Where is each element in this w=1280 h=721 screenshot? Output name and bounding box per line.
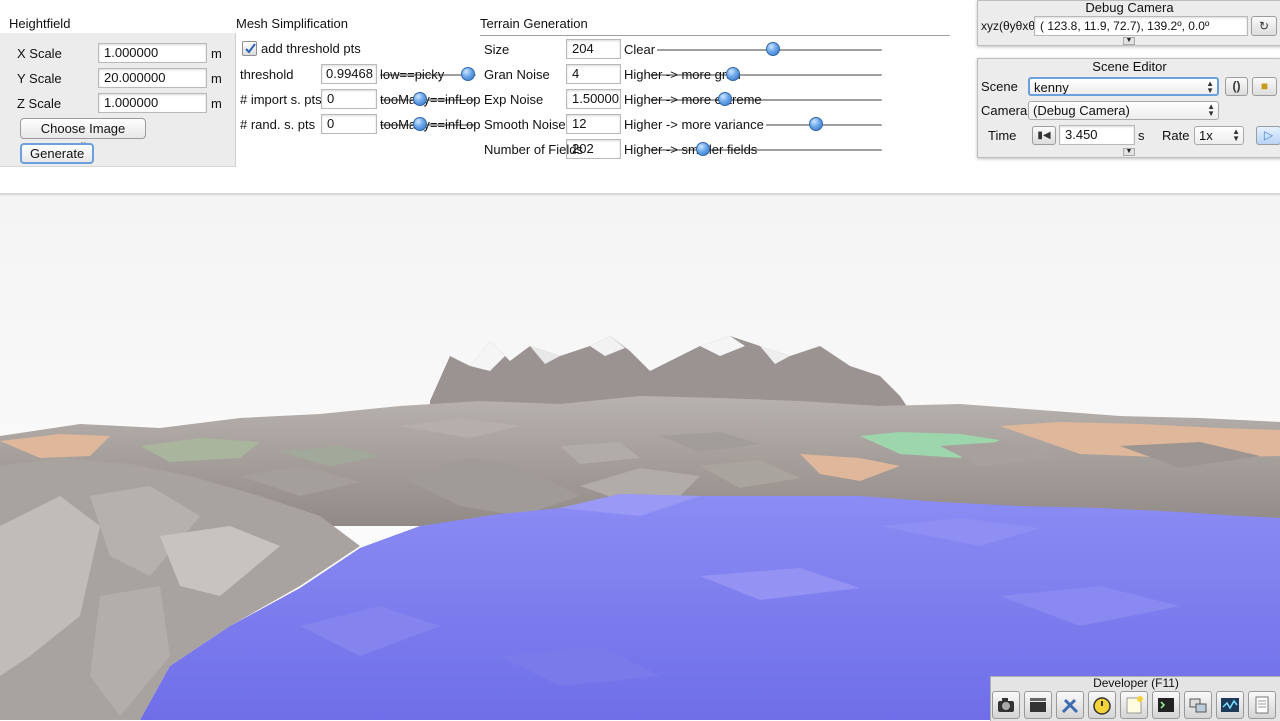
terminal-icon[interactable]	[1152, 691, 1180, 719]
import-pts-input[interactable]: 0	[321, 89, 377, 109]
reload-scene-icon[interactable]: ()	[1225, 77, 1248, 96]
y-scale-unit: m	[211, 71, 222, 86]
time-label: Time	[988, 128, 1017, 143]
clapperboard-icon[interactable]	[1024, 691, 1052, 719]
smooth-noise-slider-thumb[interactable]	[809, 117, 823, 131]
exp-noise-label: Exp Noise	[484, 92, 544, 107]
add-threshold-label: add threshold pts	[261, 41, 361, 56]
exp-noise-slider-thumb[interactable]	[718, 92, 732, 106]
time-input[interactable]: 3.450	[1059, 125, 1135, 145]
heightfield-title: Heightfield	[9, 16, 71, 31]
import-pts-hint: tooMany==infLop	[380, 92, 481, 107]
debug-camera-coords-label: xyz(θyθxθz	[981, 19, 1042, 33]
num-fields-hint: Higher -> smaller fields	[624, 142, 758, 157]
smooth-noise-label: Smooth Noise	[484, 117, 566, 132]
z-scale-unit: m	[211, 96, 222, 111]
debug-camera-panel: Debug Camera xyz(θyθxθz ( 123.8, 11.9, 7…	[977, 0, 1280, 46]
document-icon[interactable]	[1248, 691, 1276, 719]
rand-pts-slider-thumb[interactable]	[413, 117, 427, 131]
windows-icon[interactable]	[1184, 691, 1212, 719]
tools-icon[interactable]	[1056, 691, 1084, 719]
import-pts-slider-thumb[interactable]	[413, 92, 427, 106]
z-scale-input[interactable]: 1.000000	[98, 93, 207, 113]
developer-toolbar: Developer (F11)	[990, 676, 1280, 721]
threshold-hint: low==picky	[380, 67, 445, 82]
lock-icon[interactable]: ■	[1252, 77, 1277, 96]
select-arrows-icon: ▲ ▼	[1206, 79, 1214, 95]
reset-camera-icon[interactable]: ↻	[1251, 16, 1277, 36]
rand-pts-input[interactable]: 0	[321, 114, 377, 134]
mesh-simplification-title: Mesh Simplification	[236, 16, 348, 31]
num-fields-slider-thumb[interactable]	[696, 142, 710, 156]
z-scale-label: Z Scale	[17, 96, 62, 111]
terrain-generation-title: Terrain Generation	[480, 16, 588, 31]
camera-icon[interactable]	[992, 691, 1020, 719]
exp-noise-hint: Higher -> more extreme	[624, 92, 762, 107]
debug-camera-coords-field[interactable]: ( 123.8, 11.9, 72.7), 139.2º, 0.0º	[1034, 16, 1248, 36]
scene-label: Scene	[981, 79, 1018, 94]
camera-select[interactable]: (Debug Camera) ▲ ▼	[1028, 101, 1219, 120]
x-scale-label: X Scale	[17, 46, 62, 61]
camera-select-value: (Debug Camera)	[1033, 103, 1130, 118]
size-input[interactable]: 204	[566, 39, 621, 59]
y-scale-input[interactable]: 20.000000	[98, 68, 207, 88]
debug-camera-title: Debug Camera	[1085, 0, 1174, 15]
gran-noise-hint: Higher -> more gran	[624, 67, 741, 82]
import-pts-label: # import s. pts	[240, 92, 322, 107]
rate-label: Rate	[1162, 128, 1190, 143]
time-unit: s	[1138, 128, 1145, 143]
y-scale-label: Y Scale	[17, 71, 62, 86]
threshold-input[interactable]: 0.99468	[321, 64, 377, 84]
developer-title: Developer (F11)	[1093, 676, 1179, 690]
generate-button[interactable]: Generate	[20, 143, 94, 164]
rewind-icon[interactable]: ▮◀	[1032, 126, 1056, 145]
scene-select[interactable]: kenny ▲ ▼	[1028, 77, 1219, 96]
rate-select[interactable]: 1x ▲ ▼	[1194, 126, 1244, 145]
threshold-label: threshold	[240, 67, 294, 82]
add-threshold-checkbox[interactable]	[242, 41, 257, 56]
exp-noise-input[interactable]: 1.50000	[566, 89, 621, 109]
smooth-noise-input[interactable]: 12	[566, 114, 621, 134]
terrain-generation-divider	[480, 35, 950, 36]
camera-label: Camera	[981, 103, 1028, 118]
gran-noise-slider-thumb[interactable]	[726, 67, 740, 81]
note-icon[interactable]	[1120, 691, 1148, 719]
terrain-viewport[interactable]	[0, 196, 1280, 720]
scene-editor-expand-icon[interactable]: ▼	[1123, 148, 1135, 156]
size-hint: Clear	[624, 42, 658, 57]
select-arrows-icon: ▲ ▼	[1207, 102, 1215, 118]
select-arrows-icon: ▲ ▼	[1232, 127, 1240, 143]
rand-pts-label: # rand. s. pts	[240, 117, 316, 132]
terrain-render	[0, 196, 1280, 720]
scene-select-value: kenny	[1034, 80, 1069, 95]
x-scale-unit: m	[211, 46, 222, 61]
play-icon[interactable]: ▷	[1256, 126, 1280, 145]
size-slider-thumb[interactable]	[766, 42, 780, 56]
x-scale-input[interactable]: 1.000000	[98, 43, 207, 63]
rate-select-value: 1x	[1199, 128, 1213, 143]
size-label: Size	[484, 42, 510, 57]
threshold-slider-thumb[interactable]	[461, 67, 475, 81]
checkmark-icon	[245, 43, 256, 54]
scene-editor-panel: Scene Editor Scene kenny ▲ ▼ () ■ Camera …	[977, 58, 1280, 158]
gran-noise-input[interactable]: 4	[566, 64, 621, 84]
stopwatch-icon[interactable]	[1088, 691, 1116, 719]
gran-noise-label: Gran Noise	[484, 67, 550, 82]
rand-pts-hint: tooMany==infLop	[380, 117, 481, 132]
debug-camera-expand-icon[interactable]: ▼	[1123, 37, 1135, 45]
choose-image-file-button[interactable]: Choose Image File	[20, 118, 146, 155]
scene-editor-title: Scene Editor	[1092, 59, 1167, 74]
monitor-graph-icon[interactable]	[1216, 691, 1244, 719]
smooth-noise-hint: Higher -> more variance	[624, 117, 766, 132]
num-fields-input[interactable]: 202	[566, 139, 621, 159]
